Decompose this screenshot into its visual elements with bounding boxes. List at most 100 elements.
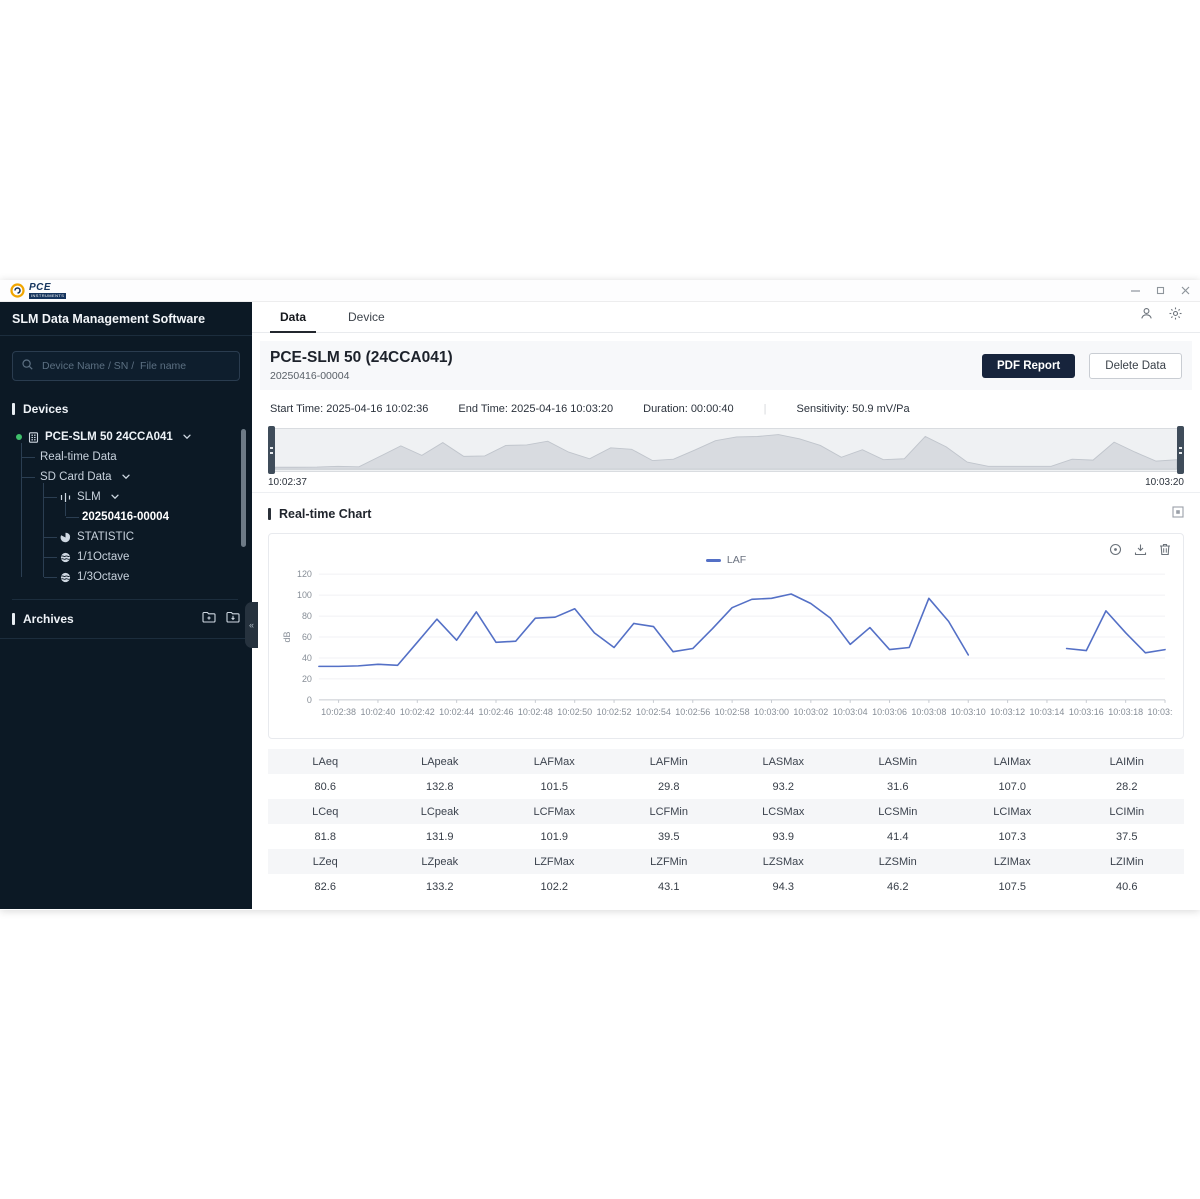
svg-text:10:02:54: 10:02:54 [636, 707, 671, 717]
folder-import-icon[interactable] [226, 610, 240, 628]
legend-series-label: LAF [727, 554, 746, 566]
sidebar-collapse-handle[interactable]: « [245, 602, 258, 648]
metric-value: 82.6 [268, 881, 383, 893]
svg-text:10:02:44: 10:02:44 [439, 707, 474, 717]
table-header-row: LCeqLCpeakLCFMaxLCFMinLCSMaxLCSMinLCIMax… [268, 799, 1184, 824]
tree-scrollbar[interactable] [241, 429, 246, 547]
search-input[interactable] [40, 359, 230, 373]
svg-text:10:02:40: 10:02:40 [360, 707, 395, 717]
metric-label: LAeq [268, 756, 383, 768]
timeline-overview [268, 426, 1184, 474]
clear-chart-icon[interactable] [1159, 543, 1171, 556]
app-window: PCE INSTRUMENTS SLM Data Management Soft… [0, 280, 1200, 910]
overview-left-handle[interactable] [268, 426, 275, 474]
table-value-row: 80.6132.8101.529.893.231.6107.028.2 [268, 774, 1184, 799]
svg-text:10:02:50: 10:02:50 [557, 707, 592, 717]
maximize-button[interactable] [1156, 286, 1165, 295]
metric-value: 93.2 [726, 781, 841, 793]
tree-item-1-1octave[interactable]: 1/1Octave [12, 547, 238, 567]
metric-value: 107.3 [955, 831, 1070, 843]
info-item: Start Time: 2025-04-16 10:02:36 [270, 403, 428, 415]
tree-item-1-3octave[interactable]: 1/3Octave [12, 567, 238, 587]
metric-label: LASMax [726, 756, 841, 768]
archives-section-header: Archives [12, 612, 74, 626]
tree-item-real-time-data[interactable]: Real-time Data [12, 447, 238, 467]
metric-label: LZSMax [726, 856, 841, 868]
overview-start-time: 10:02:37 [268, 477, 307, 488]
pie-chart-icon [60, 532, 71, 543]
minimize-button[interactable] [1131, 286, 1140, 295]
info-item: Sensitivity: 50.9 mV/Pa [797, 403, 910, 415]
chevron-down-icon[interactable] [122, 474, 130, 480]
tree-item-label: Real-time Data [40, 451, 117, 463]
reset-icon[interactable] [1109, 543, 1122, 556]
svg-text:10:03:12: 10:03:12 [990, 707, 1025, 717]
svg-text:10:03:08: 10:03:08 [911, 707, 946, 717]
slm-icon [60, 492, 71, 503]
tree-item-statistic[interactable]: STATISTIC [12, 527, 238, 547]
tab-data[interactable]: Data [270, 303, 316, 332]
chevron-down-icon[interactable] [111, 494, 119, 500]
table-value-row: 82.6133.2102.243.194.346.2107.540.6 [268, 874, 1184, 899]
close-button[interactable] [1181, 286, 1190, 295]
metric-label: LZeq [268, 856, 383, 868]
metric-value: 41.4 [841, 831, 956, 843]
metric-value: 131.9 [383, 831, 498, 843]
pce-logo: PCE INSTRUMENTS [10, 283, 66, 299]
svg-text:80: 80 [302, 611, 312, 621]
sidebar: SLM Data Management Software Devices PCE… [0, 302, 252, 909]
search-icon [22, 357, 33, 375]
overview-area[interactable] [274, 428, 1178, 472]
metric-label: LCIMin [1070, 806, 1185, 818]
laf-line-chart[interactable]: 020406080100120dB10:02:3810:02:4010:02:4… [279, 566, 1173, 734]
overview-right-handle[interactable] [1177, 426, 1184, 474]
info-item: End Time: 2025-04-16 10:03:20 [458, 403, 613, 415]
svg-text:10:02:38: 10:02:38 [321, 707, 356, 717]
metric-value: 107.0 [955, 781, 1070, 793]
svg-text:10:03:02: 10:03:02 [793, 707, 828, 717]
pdf-report-button[interactable]: PDF Report [982, 354, 1075, 378]
tree-item-slm[interactable]: SLM [12, 487, 238, 507]
expand-icon[interactable] [1172, 505, 1184, 523]
tree-item-sd-card-data[interactable]: SD Card Data [12, 467, 238, 487]
device-icon [28, 432, 39, 443]
tree-item-label: 20250416-00004 [82, 511, 169, 523]
device-header: PCE-SLM 50 (24CCA041) 20250416-00004 PDF… [260, 341, 1192, 390]
tab-device[interactable]: Device [338, 303, 395, 332]
tabbar: Data Device [252, 302, 1200, 333]
metric-value: 101.9 [497, 831, 612, 843]
svg-text:10:02:48: 10:02:48 [518, 707, 553, 717]
download-icon[interactable] [1134, 543, 1147, 556]
metric-value: 39.5 [612, 831, 727, 843]
main-panel: Data Device PCE-SLM 50 (24CCA041) 2025041… [252, 302, 1200, 909]
metric-label: LZFMax [497, 856, 612, 868]
svg-text:60: 60 [302, 632, 312, 642]
svg-text:10:03:20: 10:03:20 [1148, 707, 1173, 717]
svg-text:100: 100 [297, 590, 312, 600]
delete-data-button[interactable]: Delete Data [1089, 353, 1182, 379]
metric-label: LCFMin [612, 806, 727, 818]
user-icon[interactable] [1140, 307, 1153, 325]
svg-text:10:03:10: 10:03:10 [951, 707, 986, 717]
svg-text:40: 40 [302, 653, 312, 663]
metric-label: LCIMax [955, 806, 1070, 818]
svg-text:0: 0 [307, 695, 312, 705]
metric-label: LAFMin [612, 756, 727, 768]
metric-label: LZIMax [955, 856, 1070, 868]
svg-text:10:02:56: 10:02:56 [675, 707, 710, 717]
chart-legend[interactable]: LAF [279, 554, 1173, 566]
device-search-box[interactable] [12, 351, 240, 381]
folder-add-icon[interactable] [202, 610, 216, 628]
tree-item-20250416-00004[interactable]: 20250416-00004 [12, 507, 238, 527]
chevron-down-icon[interactable] [183, 434, 191, 440]
metric-label: LASMin [841, 756, 956, 768]
legend-line-swatch [706, 559, 721, 562]
device-title: PCE-SLM 50 (24CCA041) [270, 349, 453, 367]
metric-label: LCSMin [841, 806, 956, 818]
tree-item-pce-slm-50-24cca041[interactable]: PCE-SLM 50 24CCA041 [12, 427, 238, 447]
svg-text:10:02:42: 10:02:42 [400, 707, 435, 717]
info-divider: | [764, 403, 767, 415]
svg-text:120: 120 [297, 569, 312, 579]
statistics-table: LAeqLApeakLAFMaxLAFMinLASMaxLASMinLAIMax… [268, 749, 1184, 899]
settings-icon[interactable] [1169, 307, 1182, 325]
